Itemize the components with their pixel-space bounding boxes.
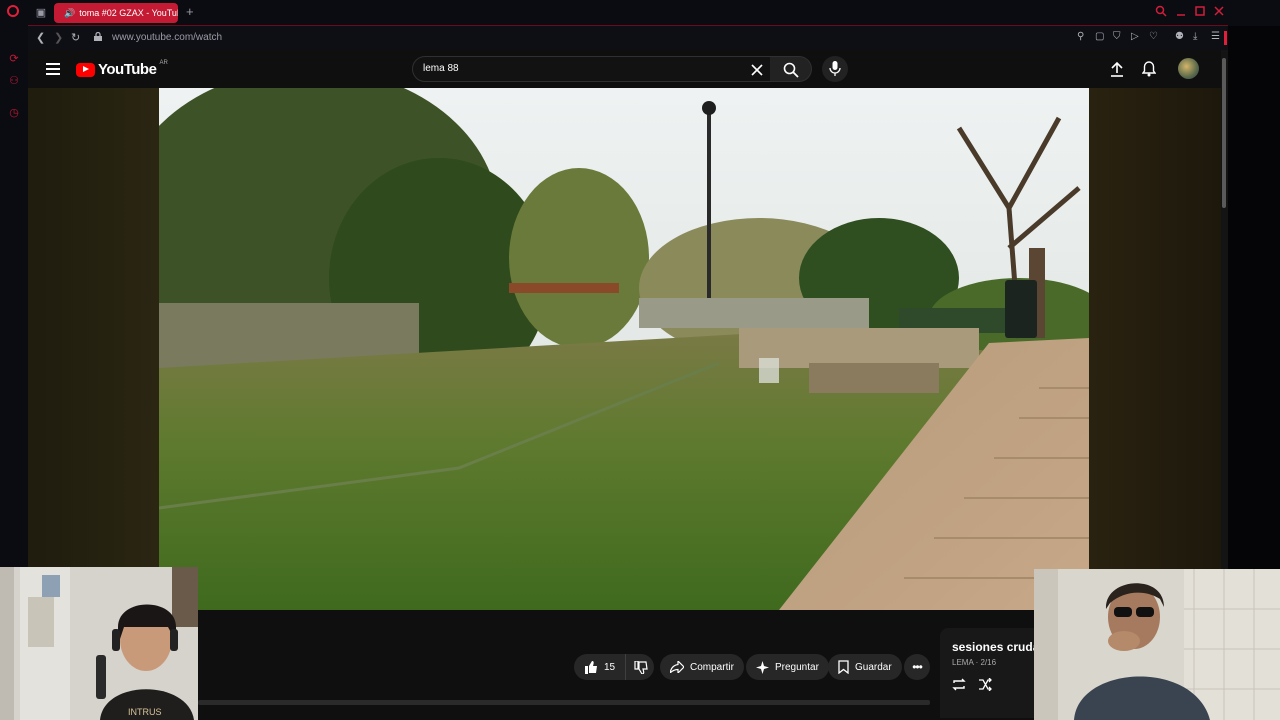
tab-title: toma #02 GZAX - YouTube [79,8,178,18]
lock-icon [94,32,102,41]
youtube-logo[interactable]: YouTube AR [76,59,168,78]
loop-icon[interactable] [952,678,966,691]
like-dislike-group: 15 [574,654,654,680]
url-field[interactable]: www.youtube.com/watch [112,32,222,43]
share-icon [670,661,684,673]
garden-scene-image [159,88,1089,610]
share-button[interactable]: Compartir [660,654,744,680]
ask-button[interactable]: Preguntar [746,654,829,680]
more-dots-icon: ••• [912,660,923,674]
reload-icon[interactable]: ↻ [71,31,80,44]
download-icon[interactable]: ⤓ [1193,31,1197,42]
thumbs-up-icon [585,660,597,674]
voice-search-button[interactable] [822,56,848,82]
microphone-icon [829,61,841,76]
shuffle-icon[interactable] [978,678,992,691]
ask-label: Preguntar [775,661,819,673]
save-label: Guardar [855,661,892,673]
opera-logo-icon[interactable] [7,5,19,17]
tab-island-icon[interactable]: ▣ [34,6,48,20]
svg-text:INTRUS: INTRUS [128,707,162,717]
search-box[interactable]: lema 88 [412,56,798,82]
playlist-title: sesiones cruda [952,640,1040,654]
bookmark-icon[interactable]: ⚲ [1077,31,1084,42]
webcam-overlay-left: INTRUS [0,567,198,720]
pillarbox-right [1089,88,1221,610]
guest-webcam-image [1034,569,1280,720]
close-icon[interactable] [1213,5,1225,17]
playlist-meta: LEMA · 2/16 [952,658,997,667]
upload-icon[interactable] [1110,61,1124,77]
browser-tab-active[interactable]: 🔊 toma #02 GZAX - YouTube [54,3,178,23]
youtube-wordmark: YouTube [98,61,157,78]
video-frame[interactable] [159,88,1089,610]
heart-icon[interactable]: ♡ [1149,31,1158,42]
pillarbox-left [28,88,159,610]
forward-icon[interactable]: ❯ [54,31,63,44]
send-icon[interactable]: ▷ [1131,31,1139,42]
minimize-icon[interactable] [1175,5,1187,17]
like-count: 15 [604,661,616,673]
new-tab-button[interactable]: + [186,4,194,19]
search-tabs-icon[interactable] [1155,5,1167,17]
address-bar: ❮ ❯ ↻ www.youtube.com/watch ⚲ ▢ ⛉ ▷ ♡ ⚉ … [28,26,1228,50]
sparkle-icon [756,660,769,674]
webcam-overlay-right [1034,569,1280,720]
shield-icon[interactable]: ⛉ [1113,31,1121,42]
sidebar-indicator [1224,31,1227,45]
save-button[interactable]: Guardar [828,654,902,680]
refresh-sidebar-icon[interactable]: ⟳ [8,53,20,65]
menu-icon[interactable]: ☰ [1211,31,1220,42]
history-icon[interactable]: ◷ [8,107,20,119]
streamer-webcam-image: INTRUS [0,567,198,720]
guide-menu-icon[interactable] [46,63,60,78]
share-label: Compartir [690,661,734,673]
back-icon[interactable]: ❮ [36,31,45,44]
country-code: AR [159,59,168,66]
thumbs-down-icon [634,660,648,674]
save-bookmark-icon [838,660,849,674]
search-button[interactable] [770,56,812,82]
scrollbar-thumb[interactable] [1222,58,1226,208]
snapshot-icon[interactable]: ▢ [1095,31,1104,42]
account-avatar[interactable] [1178,58,1199,79]
dislike-button[interactable] [626,654,656,680]
notifications-bell-icon[interactable] [1142,61,1156,77]
maximize-icon[interactable] [1194,5,1206,17]
more-actions-button[interactable]: ••• [904,654,930,680]
progress-track[interactable] [198,700,930,705]
search-icon [783,62,799,78]
profile-icon[interactable]: ⚉ [1175,31,1184,42]
messenger-icon[interactable]: ⚇ [8,75,20,87]
like-button[interactable]: 15 [574,654,627,680]
video-player[interactable] [28,88,1221,610]
clear-search-icon[interactable] [751,64,763,76]
browser-titlebar: ▣ 🔊 toma #02 GZAX - YouTube + [0,0,1280,26]
youtube-play-icon [76,62,95,77]
search-input[interactable]: lema 88 [423,63,459,74]
